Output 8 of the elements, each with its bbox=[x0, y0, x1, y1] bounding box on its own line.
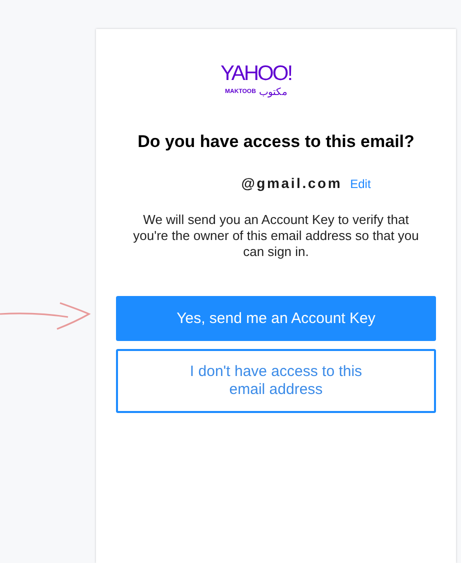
logo-wordmark: YAHOO! bbox=[220, 62, 292, 86]
heading: Do you have access to this email? bbox=[138, 132, 414, 152]
edit-link[interactable]: Edit bbox=[350, 177, 371, 191]
logo-subtitle-arabic: مكتوب bbox=[258, 86, 287, 98]
no-access-button[interactable]: I don't have access to this email address bbox=[116, 349, 436, 413]
message: We will send you an Account Key to verify that you're the owner of this email address so that you can sign in. bbox=[132, 212, 420, 260]
send-key-button[interactable]: Yes, send me an Account Key bbox=[116, 296, 436, 341]
email-address: @gmail.com bbox=[241, 175, 342, 191]
